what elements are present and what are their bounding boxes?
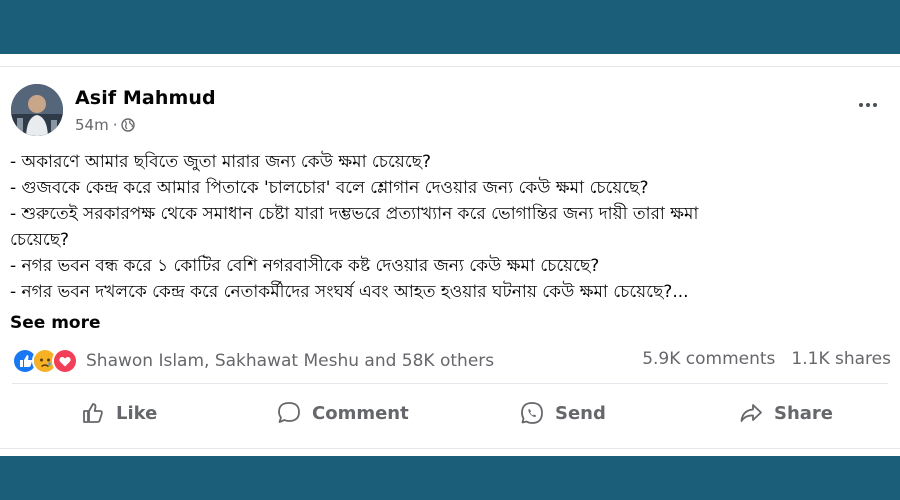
post-line: - নগর ভবন দখলকে কেন্দ্র করে নেতাকর্মীদের… <box>10 282 689 302</box>
like-label: Like <box>116 402 158 424</box>
post-line: চেয়েছে? <box>10 230 70 250</box>
reactions-summary[interactable]: Shawon Islam, Sakhawat Meshu and 58K oth… <box>12 348 494 374</box>
facebook-post-card: Asif Mahmud 54m · - অকারণে আমার ছবিতে জু… <box>0 66 900 449</box>
engagement-counts: 5.9K comments 1.1K shares <box>642 349 891 369</box>
comments-count[interactable]: 5.9K comments <box>642 349 775 369</box>
divider <box>12 383 888 384</box>
share-button[interactable]: Share <box>738 391 833 435</box>
meta-separator: · <box>112 116 118 134</box>
post-line: - গুজবকে কেন্দ্র করে আমার পিতাকে 'চালচোর… <box>10 178 649 198</box>
globe-icon[interactable] <box>121 118 136 132</box>
post-time[interactable]: 54m <box>75 116 109 134</box>
shares-count[interactable]: 1.1K shares <box>791 349 891 369</box>
comment-button[interactable]: Comment <box>276 391 409 435</box>
share-arrow-icon <box>740 404 762 422</box>
share-label: Share <box>774 402 834 424</box>
more-options-icon[interactable] <box>852 93 884 117</box>
see-more-link[interactable]: See more <box>10 313 101 333</box>
like-button[interactable]: Like <box>80 391 157 435</box>
send-button[interactable]: Send <box>519 391 606 435</box>
post-line: - নগর ভবন বন্ধ করে ১ কোটির বেশি নগরবাসীক… <box>10 256 600 276</box>
bottom-banner <box>0 456 900 500</box>
comment-label: Comment <box>312 402 409 424</box>
love-reaction-icon <box>52 348 78 374</box>
post-meta: 54m · <box>75 116 136 134</box>
avatar[interactable] <box>11 84 63 136</box>
post-line: - অকারণে আমার ছবিতে জুতা মারার জন্য কেউ … <box>10 152 431 172</box>
send-label: Send <box>555 402 606 424</box>
whatsapp-icon <box>521 402 543 424</box>
post-text: - অকারণে আমার ছবিতে জুতা মারার জন্য কেউ … <box>10 149 888 305</box>
author-name[interactable]: Asif Mahmud <box>75 87 216 109</box>
comment-icon <box>278 402 300 423</box>
thumbs-up-icon <box>83 403 103 423</box>
top-banner <box>0 0 900 54</box>
post-actions: Like Comment Send Share <box>0 391 900 435</box>
reaction-names[interactable]: Shawon Islam, Sakhawat Meshu and 58K oth… <box>86 351 494 371</box>
post-line: - শুরুতেই সরকারপক্ষ থেকে সমাধান চেষ্টা য… <box>10 204 699 224</box>
